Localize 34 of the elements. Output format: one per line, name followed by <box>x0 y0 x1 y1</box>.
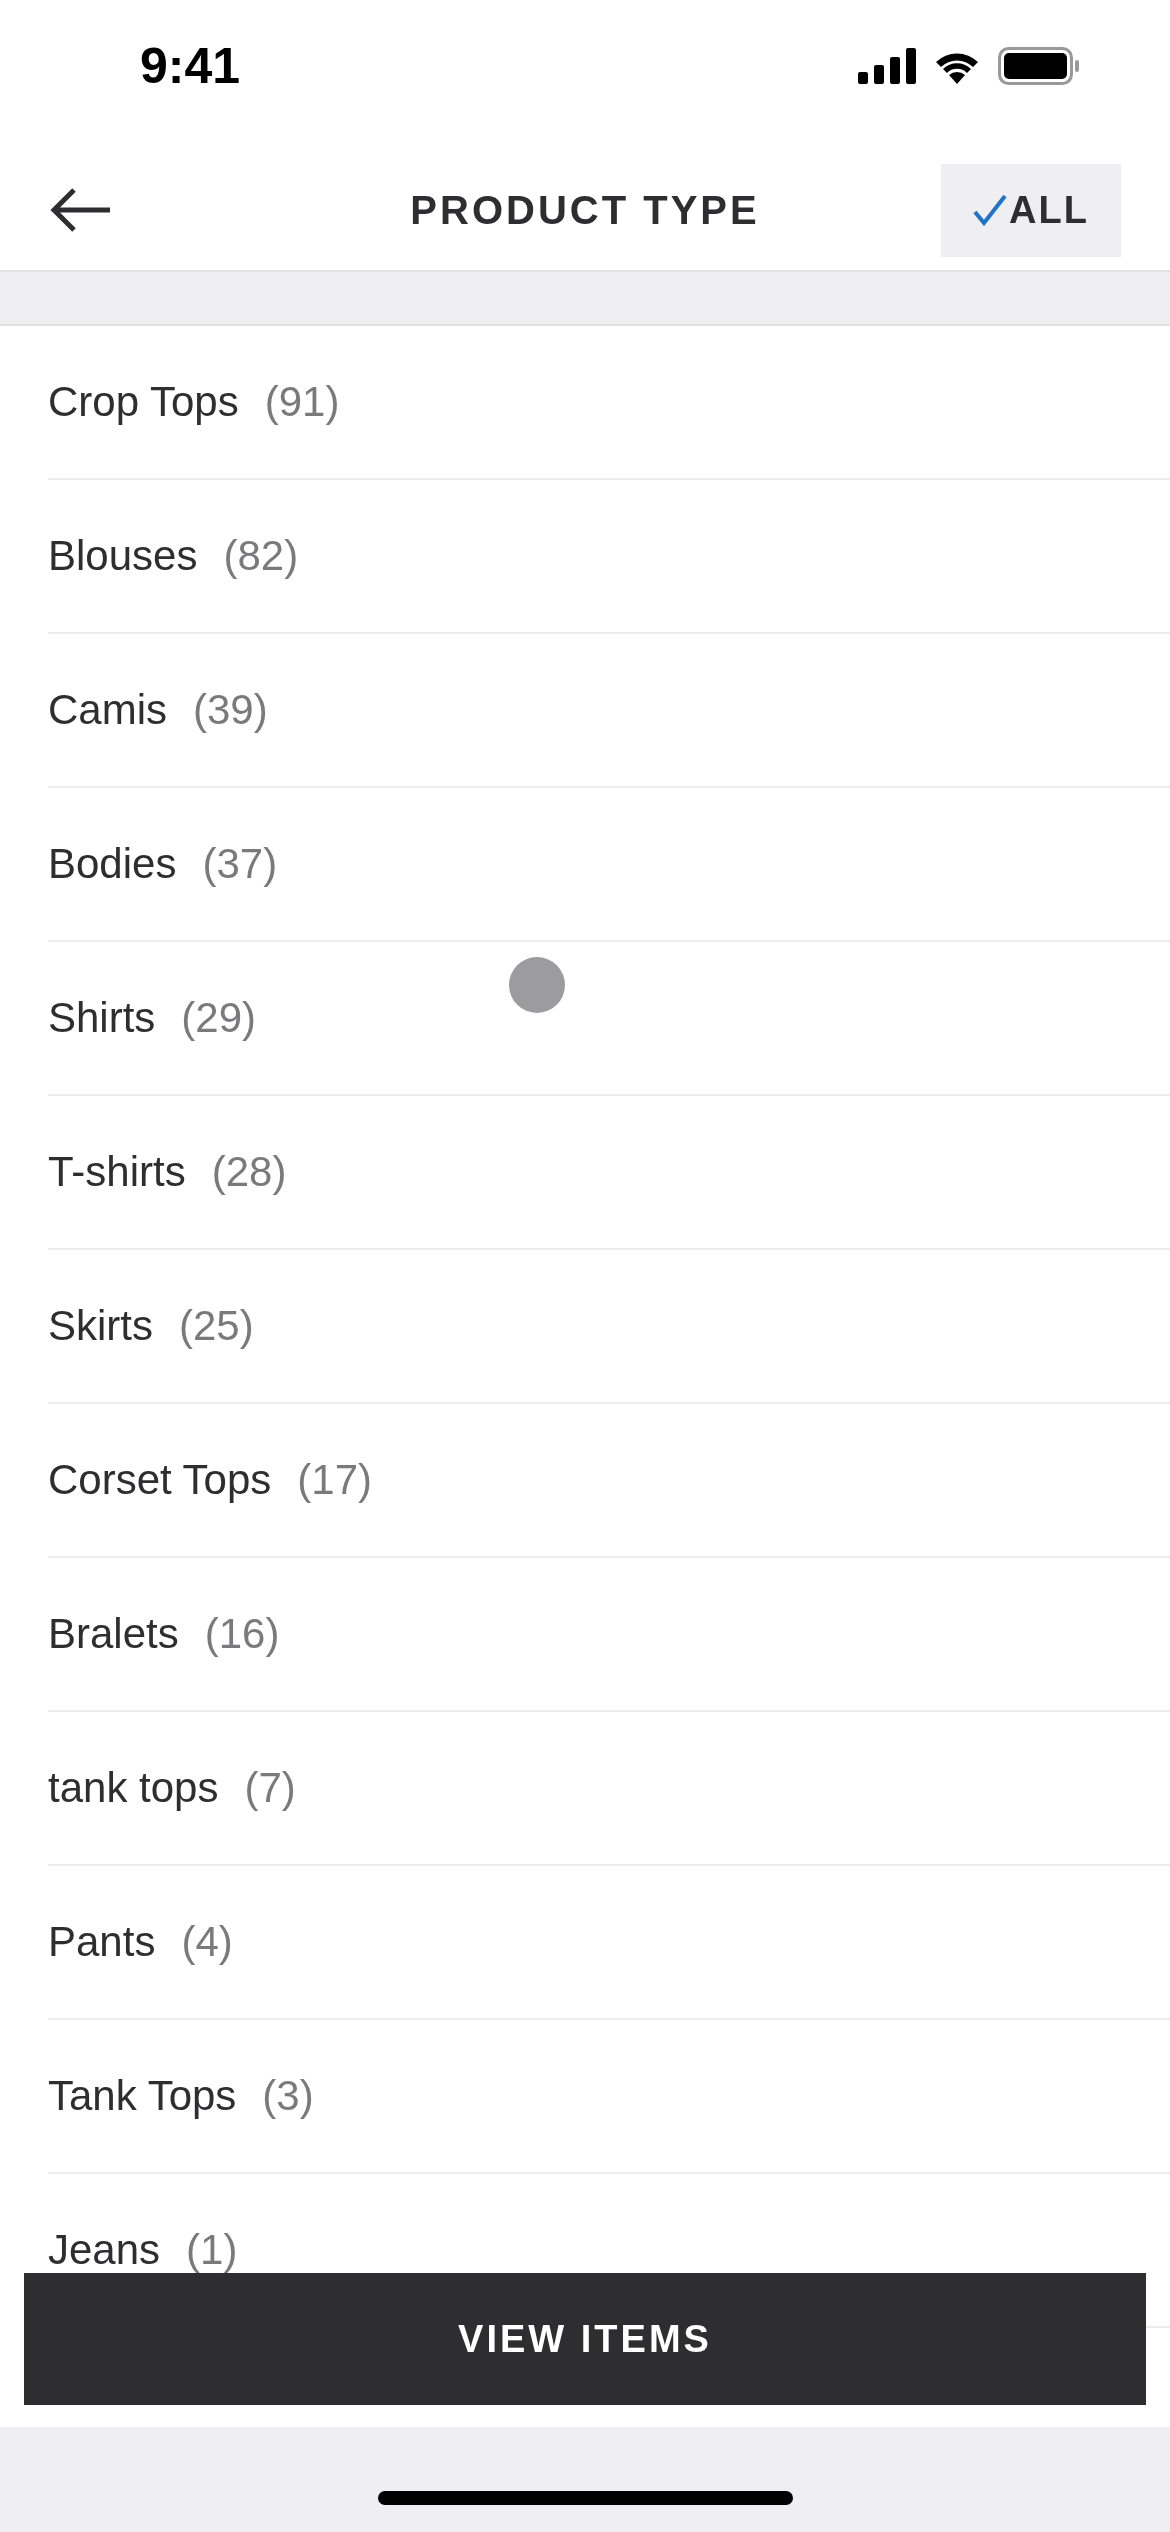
item-name[interactable]: Bodies <box>48 840 177 888</box>
item-name[interactable]: Crop Tops <box>48 378 239 426</box>
item-count: (17) <box>297 1456 373 1504</box>
item-name[interactable]: Camis <box>48 686 167 734</box>
item-count: (39) <box>193 686 268 734</box>
touch-indicator <box>509 957 565 1013</box>
signal-icon <box>858 48 916 84</box>
item-name[interactable]: Blouses <box>48 532 198 580</box>
back-arrow-icon[interactable] <box>50 188 112 232</box>
item-name[interactable]: Skirts <box>48 1302 153 1350</box>
item-count: (37) <box>202 840 278 888</box>
status-time: 9:41 <box>140 37 241 95</box>
view-items-button[interactable]: VIEW ITEMS <box>24 2273 1146 2405</box>
item-count: (7) <box>244 1764 296 1812</box>
item-name[interactable]: Tank Tops <box>48 2072 237 2120</box>
item-count: (16) <box>204 1610 280 1658</box>
item-count: (29) <box>181 994 257 1042</box>
item-name[interactable]: T-shirts <box>48 1148 186 1196</box>
item-name[interactable]: Shirts <box>48 994 156 1042</box>
item-name[interactable]: Jeans <box>48 2226 161 2274</box>
item-count: (4) <box>181 1918 233 1966</box>
item-count: (28) <box>211 1148 287 1196</box>
item-count: (82) <box>223 532 299 580</box>
item-count: (1) <box>186 2226 238 2274</box>
item-name[interactable]: Corset Tops <box>48 1456 272 1504</box>
item-name[interactable]: tank tops <box>48 1764 219 1812</box>
battery-icon <box>998 47 1080 85</box>
page-title: PRODUCT TYPE <box>410 187 760 233</box>
select-all-button[interactable]: ALL <box>941 163 1121 257</box>
item-name[interactable]: Pants <box>48 1918 156 1966</box>
item-name[interactable]: Bralets <box>48 1610 179 1658</box>
item-count: (25) <box>179 1302 254 1350</box>
item-count: (3) <box>262 2072 314 2120</box>
item-count: (91) <box>264 378 340 426</box>
